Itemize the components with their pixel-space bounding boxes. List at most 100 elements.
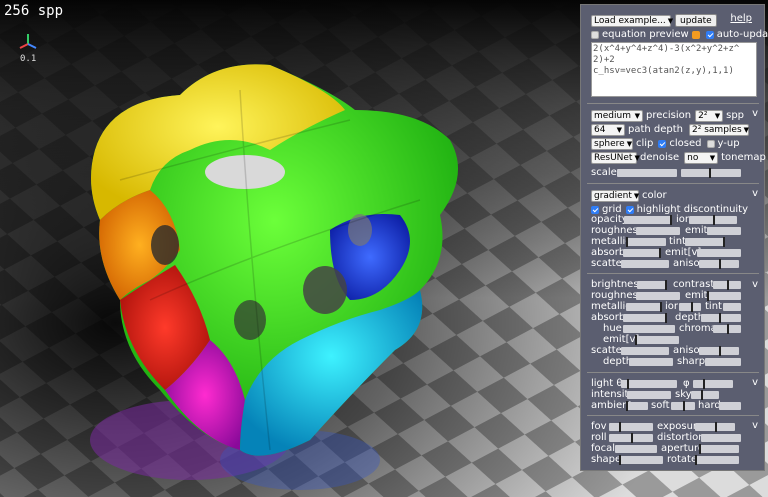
- tonemap-select[interactable]: no ▼: [684, 151, 719, 164]
- surface-absorb-slider[interactable]: [623, 313, 667, 323]
- chevron-down-icon: ▼: [634, 111, 640, 120]
- ior-slider[interactable]: [689, 215, 737, 225]
- chevron-down-icon: ▼: [714, 111, 721, 120]
- surface-depth-slider[interactable]: [701, 313, 741, 323]
- y-up-label: y-up: [717, 137, 740, 149]
- update-button[interactable]: update: [675, 14, 717, 27]
- surface-ior-label: ior: [665, 301, 679, 312]
- distortion-label: distortion: [657, 432, 705, 443]
- light-collapse-toggle[interactable]: v: [752, 377, 758, 389]
- precision-select[interactable]: medium ▼: [591, 109, 643, 122]
- load-example-select[interactable]: Load example... ▼: [591, 14, 674, 27]
- closed-label: closed: [669, 137, 702, 149]
- clip-select[interactable]: sphere ▼: [591, 137, 633, 150]
- soft-slider[interactable]: [671, 401, 695, 411]
- highlight-label: highlight discontinuity: [636, 203, 749, 215]
- surface-roughness-slider[interactable]: [636, 292, 680, 300]
- brightness-label: brightness: [591, 279, 644, 290]
- emit-slider[interactable]: [707, 227, 741, 235]
- focal-label: focal: [591, 443, 616, 454]
- aperture-label: aperture: [661, 443, 705, 454]
- y-up-checkbox[interactable]: [706, 139, 715, 148]
- ambient-slider[interactable]: [626, 401, 648, 411]
- distortion-slider[interactable]: [701, 434, 741, 442]
- samples-select[interactable]: 2² samples ▼: [689, 123, 750, 136]
- fov-label: fov: [591, 421, 607, 432]
- scale-slider-2[interactable]: [681, 168, 741, 178]
- emit-v-label: emit[v]: [665, 247, 702, 258]
- chevron-down-icon: ▼: [626, 139, 633, 148]
- path-depth-select[interactable]: 64 ▼: [591, 123, 625, 136]
- surface-collapse-toggle[interactable]: v: [752, 279, 758, 291]
- shape-slider[interactable]: [619, 455, 663, 465]
- chevron-down-icon: ▼: [667, 16, 674, 25]
- highlight-checkbox[interactable]: [625, 205, 634, 214]
- sharp-slider[interactable]: [705, 358, 741, 366]
- contrast-slider[interactable]: [713, 280, 741, 290]
- scale-slider[interactable]: [617, 169, 677, 177]
- brightness-slider[interactable]: [637, 280, 667, 290]
- light-phi-slider[interactable]: [693, 379, 733, 389]
- help-link[interactable]: help: [730, 13, 752, 25]
- spp-select[interactable]: 2² ▼: [695, 109, 724, 122]
- surface-aniso-slider[interactable]: [699, 346, 739, 356]
- auto-update-checkbox[interactable]: [705, 30, 714, 39]
- surface-emit-v-slider[interactable]: [635, 335, 679, 345]
- camera-collapse-toggle[interactable]: v: [752, 420, 758, 432]
- fov-slider[interactable]: [609, 422, 653, 432]
- roll-slider[interactable]: [609, 433, 653, 443]
- tint-slider[interactable]: [685, 237, 725, 247]
- equation-preview-checkbox[interactable]: [591, 30, 599, 39]
- surface-ior-slider[interactable]: [679, 302, 701, 312]
- hue-label: hue: [603, 323, 622, 334]
- surface-metallic-label: metallic: [591, 301, 631, 312]
- focal-slider[interactable]: [615, 445, 657, 453]
- chroma-slider[interactable]: [713, 324, 741, 334]
- light-phi-label: φ: [683, 378, 690, 389]
- metallic-slider[interactable]: [626, 237, 666, 247]
- rotate-slider[interactable]: [695, 455, 739, 465]
- surface-aniso-label: aniso: [673, 345, 700, 356]
- surface-emit-label: emit: [685, 290, 708, 301]
- surface-tint-label: tint: [705, 301, 722, 312]
- color-mode-select[interactable]: gradient ▼: [591, 189, 639, 202]
- hard-slider[interactable]: [719, 402, 741, 410]
- equation-preview-indicator: [691, 30, 700, 39]
- surface-depth2-slider[interactable]: [629, 358, 673, 366]
- absorb-slider[interactable]: [623, 248, 661, 258]
- ior-label: ior: [676, 214, 690, 225]
- surface-emit-slider[interactable]: [707, 291, 741, 301]
- surface-tint-slider[interactable]: [723, 303, 741, 311]
- roughness-slider[interactable]: [636, 227, 680, 235]
- intensity-slider[interactable]: [627, 391, 671, 399]
- opacity-slider[interactable]: [624, 215, 672, 225]
- clip-label: clip: [636, 137, 654, 149]
- aperture-slider[interactable]: [699, 444, 739, 454]
- spp-counter: 256 spp: [4, 3, 64, 19]
- render-collapse-toggle[interactable]: v: [752, 108, 758, 120]
- chevron-down-icon: ▼: [634, 153, 640, 162]
- grid-checkbox[interactable]: [591, 205, 599, 214]
- sharp-label: sharp: [677, 356, 706, 367]
- scale-label: scale: [591, 167, 617, 178]
- surface-scatter-slider[interactable]: [621, 347, 669, 355]
- aniso-slider[interactable]: [699, 259, 739, 269]
- equation-input[interactable]: [591, 42, 757, 97]
- chevron-down-icon: ▼: [743, 125, 750, 134]
- scatter-slider[interactable]: [621, 260, 669, 268]
- emit-v-slider[interactable]: [697, 249, 741, 257]
- roll-label: roll: [591, 432, 607, 443]
- hue-slider[interactable]: [623, 325, 675, 333]
- closed-checkbox[interactable]: [658, 139, 667, 148]
- sky-slider[interactable]: [691, 390, 719, 400]
- metallic-label: metallic: [591, 236, 631, 247]
- denoise-select[interactable]: ResUNet ▼: [591, 151, 640, 164]
- material-collapse-toggle[interactable]: v: [752, 188, 758, 200]
- surface-depth2-label: depth: [603, 356, 633, 367]
- surface-metallic-slider[interactable]: [626, 302, 662, 312]
- light-theta-slider[interactable]: [621, 379, 677, 389]
- tint-label: tint: [669, 236, 686, 247]
- spp-label: spp: [726, 109, 745, 121]
- exposure-slider[interactable]: [695, 422, 735, 432]
- control-panel: Load example... ▼ update help equation pr…: [580, 4, 768, 471]
